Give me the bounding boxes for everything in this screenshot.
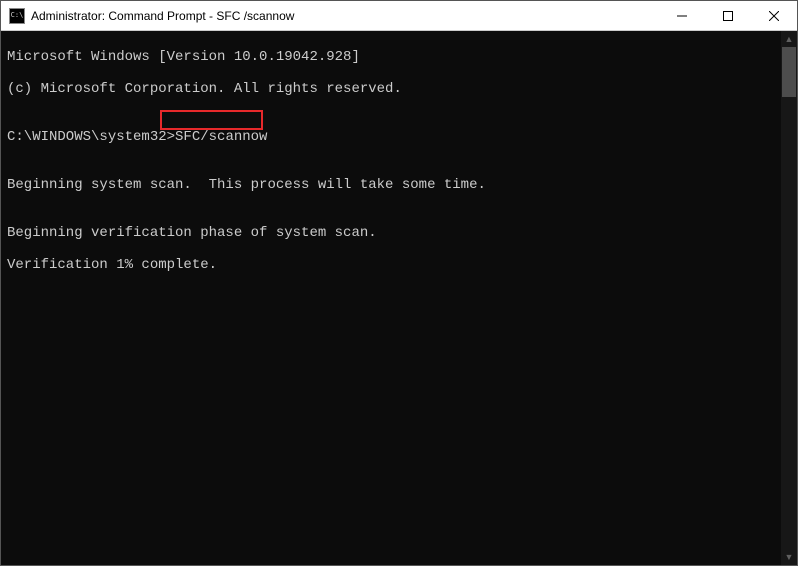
prompt-text: C:\WINDOWS\system32> (7, 129, 175, 145)
prompt-line: C:\WINDOWS\system32>SFC/scannow (7, 129, 781, 145)
command-text: SFC/scannow (175, 129, 267, 145)
minimize-icon (677, 11, 687, 21)
vertical-scrollbar[interactable]: ▲ ▼ (781, 31, 797, 565)
close-button[interactable] (751, 1, 797, 30)
cmd-icon-glyph: C:\ (11, 12, 24, 19)
terminal-body[interactable]: Microsoft Windows [Version 10.0.19042.92… (1, 31, 797, 565)
cmd-icon: C:\ (9, 8, 25, 24)
output-line: Beginning system scan. This process will… (7, 177, 781, 193)
maximize-button[interactable] (705, 1, 751, 30)
output-line: Verification 1% complete. (7, 257, 781, 273)
maximize-icon (723, 11, 733, 21)
window-title: Administrator: Command Prompt - SFC /sca… (31, 9, 294, 23)
scroll-up-button[interactable]: ▲ (781, 31, 797, 47)
scroll-thumb[interactable] (782, 47, 796, 97)
command-prompt-window: C:\ Administrator: Command Prompt - SFC … (0, 0, 798, 566)
window-controls (659, 1, 797, 30)
output-line: Beginning verification phase of system s… (7, 225, 781, 241)
close-icon (769, 11, 779, 21)
output-line: (c) Microsoft Corporation. All rights re… (7, 81, 781, 97)
scroll-down-button[interactable]: ▼ (781, 549, 797, 565)
minimize-button[interactable] (659, 1, 705, 30)
titlebar[interactable]: C:\ Administrator: Command Prompt - SFC … (1, 1, 797, 31)
output-line: Microsoft Windows [Version 10.0.19042.92… (7, 49, 781, 65)
terminal-content: Microsoft Windows [Version 10.0.19042.92… (1, 31, 781, 565)
